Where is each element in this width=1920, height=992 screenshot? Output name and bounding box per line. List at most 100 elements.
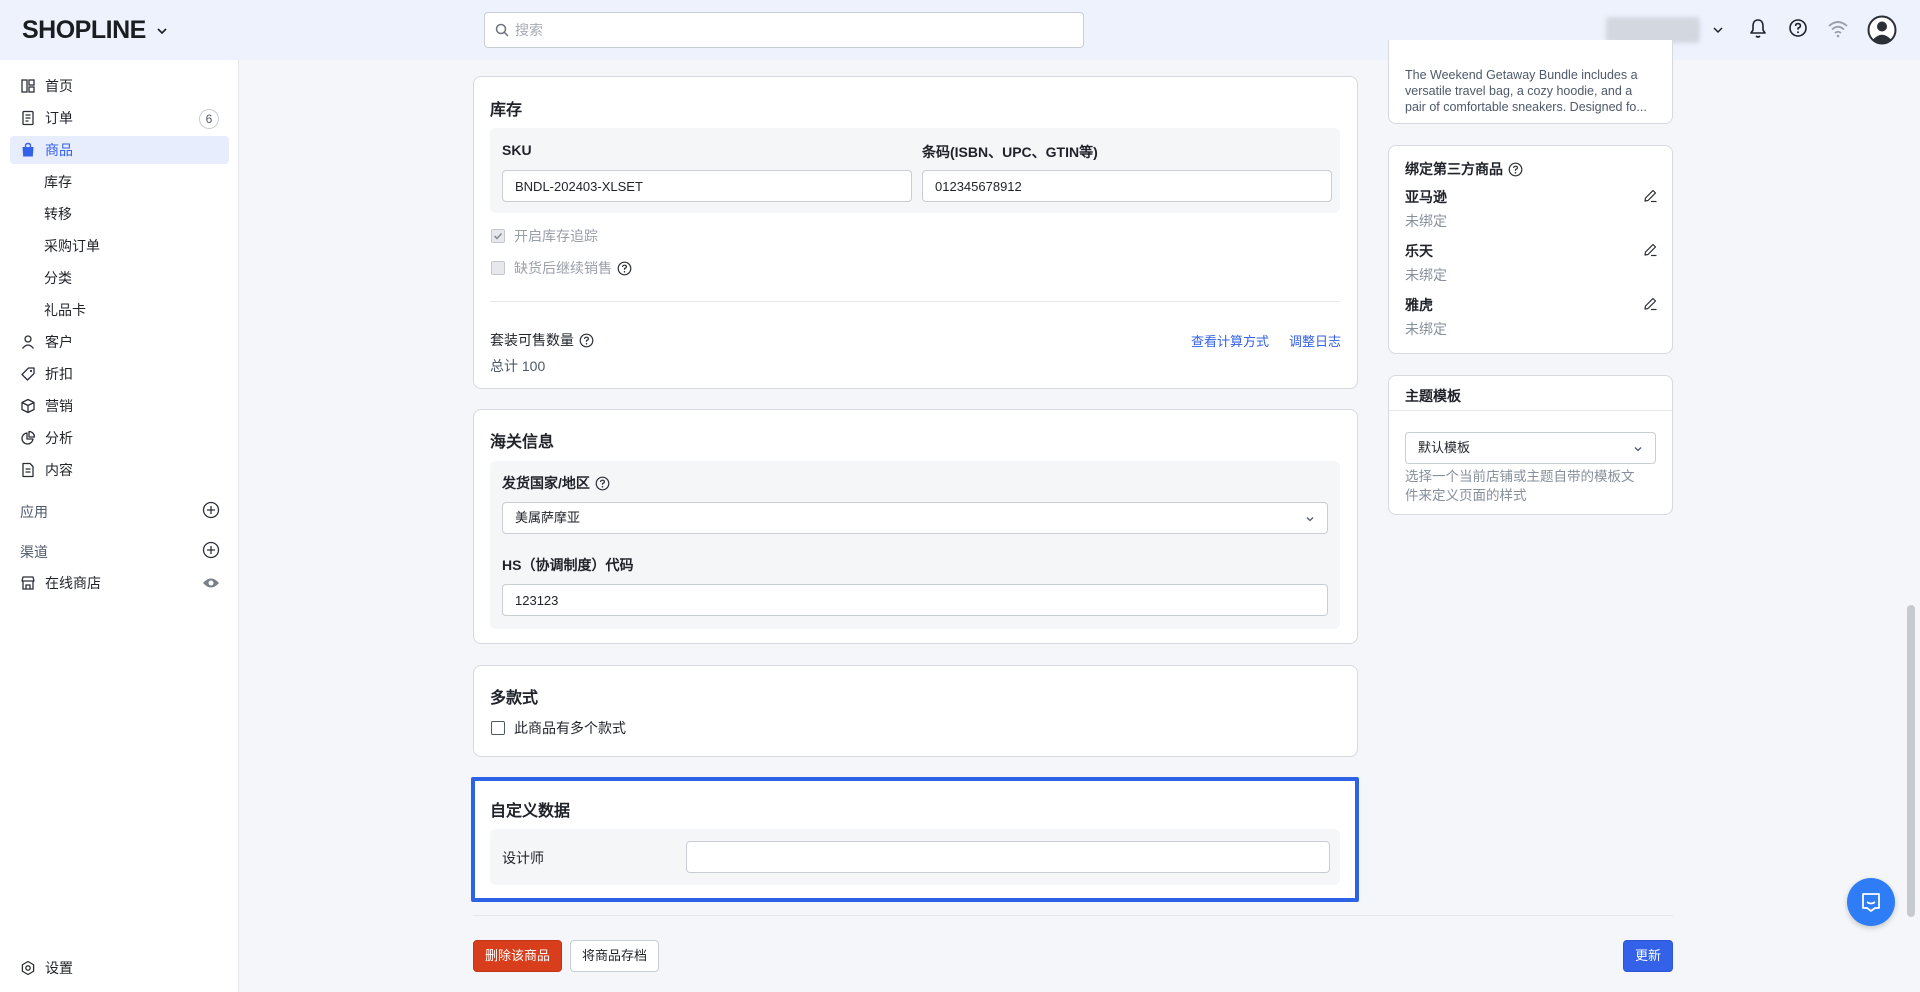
- gear-icon: [20, 960, 36, 976]
- help-icon[interactable]: [595, 476, 610, 491]
- barcode-label: 条码(ISBN、UPC、GTIN等): [922, 144, 1098, 160]
- sidebar-subitem-transfers[interactable]: 转移: [10, 200, 229, 228]
- document-icon: [20, 462, 36, 478]
- continue-selling-label: 缺货后继续销售: [514, 260, 612, 276]
- track-inventory-label: 开启库存追踪: [514, 228, 598, 244]
- sidebar-subitem-purchase-orders[interactable]: 采购订单: [10, 232, 229, 260]
- footer-divider: [473, 915, 1673, 916]
- card-title: 自定义数据: [490, 803, 571, 820]
- platform-status-amazon: 未绑定: [1405, 213, 1447, 229]
- sidebar-item-content[interactable]: 内容: [10, 456, 229, 484]
- person-icon: [20, 334, 36, 350]
- delete-product-button[interactable]: 删除该商品: [473, 940, 562, 972]
- store-icon: [20, 575, 36, 591]
- continue-selling-checkbox[interactable]: 缺货后继续销售: [491, 258, 632, 278]
- pie-chart-icon: [20, 430, 36, 446]
- update-button[interactable]: 更新: [1623, 940, 1673, 972]
- checkbox-icon: [491, 721, 505, 735]
- search-box[interactable]: [484, 12, 1084, 48]
- theme-template-select[interactable]: 默认模板: [1405, 432, 1656, 464]
- platform-status-rakuten: 未绑定: [1405, 267, 1447, 283]
- variants-card: 多款式 此商品有多个款式: [473, 665, 1358, 757]
- sidebar-item-label: 在线商店: [45, 575, 101, 591]
- third-party-card: 绑定第三方商品 亚马逊 未绑定 乐天 未绑定 雅虎 未绑定: [1388, 145, 1673, 354]
- sku-input[interactable]: [502, 170, 912, 202]
- search-icon: [495, 23, 509, 37]
- country-select[interactable]: 美属萨摩亚: [502, 502, 1328, 534]
- sidebar-item-customers[interactable]: 客户: [10, 328, 229, 356]
- store-switcher[interactable]: SHOPLINE: [22, 16, 168, 45]
- bundle-total: 总计 100: [490, 358, 546, 374]
- customs-panel: 发货国家/地区 美属萨摩亚 HS（协调制度）代码: [490, 461, 1340, 629]
- sidebar-subitem-gift-cards[interactable]: 礼品卡: [10, 296, 229, 324]
- edit-icon[interactable]: [1643, 188, 1658, 203]
- sidebar-item-products[interactable]: 商品: [10, 136, 229, 164]
- country-label-row: 发货国家/地区: [502, 473, 610, 493]
- user-avatar-icon[interactable]: [1867, 15, 1897, 45]
- bell-icon[interactable]: [1748, 18, 1768, 40]
- card-title: 绑定第三方商品: [1405, 161, 1503, 177]
- track-inventory-checkbox[interactable]: 开启库存追踪: [491, 226, 598, 246]
- sidebar-item-analytics[interactable]: 分析: [10, 424, 229, 452]
- shopping-bag-icon: [20, 142, 36, 158]
- sidebar-item-orders[interactable]: 订单 6: [10, 104, 229, 132]
- sidebar-subitem-inventory[interactable]: 库存: [10, 168, 229, 196]
- sku-label: SKU: [502, 142, 532, 158]
- help-icon[interactable]: [1508, 162, 1523, 177]
- platform-name-rakuten: 乐天: [1405, 243, 1433, 259]
- page-scrollbar[interactable]: [1907, 605, 1915, 917]
- description-line: pair of comfortable sneakers. Designed f…: [1405, 100, 1647, 114]
- bundle-quantity-label: 套装可售数量: [490, 332, 574, 348]
- sidebar-item-online-store[interactable]: 在线商店: [10, 569, 229, 597]
- edit-icon[interactable]: [1643, 242, 1658, 257]
- view-calculation-link[interactable]: 查看计算方式: [1191, 331, 1269, 350]
- archive-product-button[interactable]: 将商品存档: [570, 940, 659, 972]
- channels-section-label: 渠道: [20, 544, 48, 560]
- sidebar-item-label: 订单: [45, 110, 73, 126]
- chevron-down-icon[interactable]: [1712, 24, 1724, 36]
- country-label: 发货国家/地区: [502, 475, 590, 491]
- apps-section-label: 应用: [20, 504, 48, 520]
- adjustment-log-link[interactable]: 调整日志: [1289, 331, 1341, 350]
- wifi-icon[interactable]: [1827, 20, 1849, 38]
- sidebar: 首页 订单 6 商品 库存 转移 采购订单 分类 礼品卡 客户 折扣 营销 分析…: [0, 60, 239, 992]
- help-icon[interactable]: [579, 333, 594, 348]
- edit-icon[interactable]: [1643, 296, 1658, 311]
- add-channel-icon[interactable]: [202, 541, 220, 559]
- orders-icon: [20, 110, 36, 126]
- help-icon[interactable]: [1788, 18, 1808, 38]
- platform-status-yahoo: 未绑定: [1405, 321, 1447, 337]
- barcode-input[interactable]: [922, 170, 1332, 202]
- inventory-card: 库存 SKU 条码(ISBN、UPC、GTIN等) 开启库存追踪 缺货后继续销售…: [473, 76, 1358, 389]
- designer-label: 设计师: [502, 850, 544, 866]
- help-icon[interactable]: [617, 261, 632, 276]
- customs-card: 海关信息 发货国家/地区 美属萨摩亚 HS（协调制度）代码: [473, 409, 1358, 644]
- eye-icon[interactable]: [202, 576, 220, 590]
- divider: [490, 301, 1340, 302]
- multiple-variants-checkbox[interactable]: 此商品有多个款式: [491, 718, 626, 738]
- sidebar-item-label: 首页: [45, 78, 73, 94]
- sidebar-item-discounts[interactable]: 折扣: [10, 360, 229, 388]
- chat-bubble-icon: [1859, 890, 1883, 914]
- card-title: 多款式: [490, 690, 539, 707]
- tag-icon: [20, 366, 36, 382]
- sidebar-item-home[interactable]: 首页: [10, 72, 229, 100]
- sidebar-item-settings[interactable]: 设置: [10, 954, 229, 982]
- chevron-down-icon: [1305, 514, 1315, 524]
- sidebar-subitem-categories[interactable]: 分类: [10, 264, 229, 292]
- sidebar-item-label: 内容: [45, 462, 73, 478]
- chat-support-button[interactable]: [1847, 878, 1895, 926]
- add-app-icon[interactable]: [202, 501, 220, 519]
- product-description: The Weekend Getaway Bundle includes a ve…: [1405, 67, 1647, 115]
- country-select-value: 美属萨摩亚: [515, 510, 581, 525]
- description-card: The Weekend Getaway Bundle includes a ve…: [1388, 40, 1673, 124]
- checkbox-icon: [491, 261, 505, 275]
- platform-name-yahoo: 雅虎: [1405, 297, 1433, 313]
- hs-code-input[interactable]: [502, 584, 1328, 616]
- sidebar-item-marketing[interactable]: 营销: [10, 392, 229, 420]
- description-line: The Weekend Getaway Bundle includes a: [1405, 68, 1638, 82]
- designer-input[interactable]: [686, 841, 1330, 873]
- bundle-quantity-heading: 套装可售数量: [490, 330, 594, 350]
- chevron-down-icon: [1633, 444, 1643, 454]
- search-input[interactable]: [515, 22, 1055, 38]
